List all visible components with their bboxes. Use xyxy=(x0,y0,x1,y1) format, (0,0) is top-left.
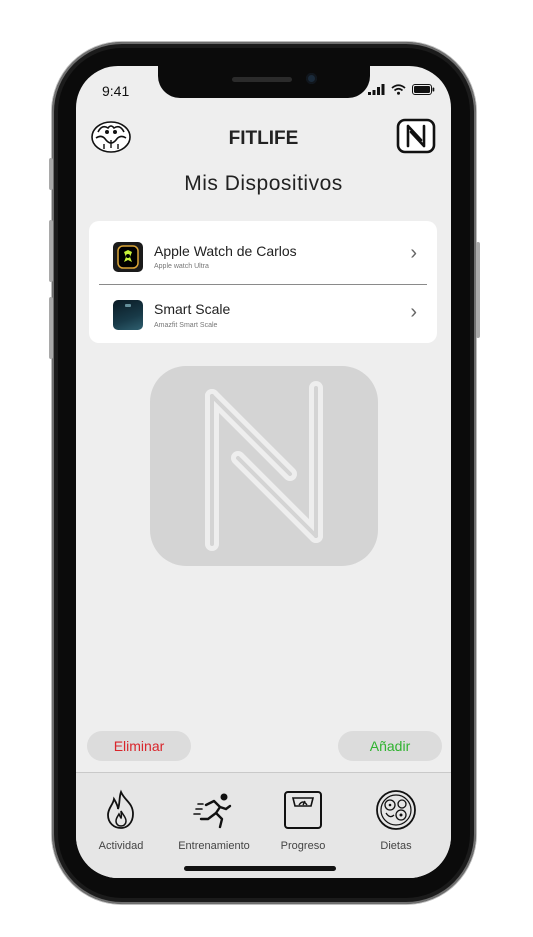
volume-up-button xyxy=(49,220,53,282)
flame-icon xyxy=(107,789,134,829)
device-model: Amazfit Smart Scale xyxy=(154,322,218,329)
device-list: Apple Watch de Carlos Apple watch Ultra … xyxy=(89,221,437,343)
food-bowl-icon xyxy=(376,790,416,830)
device-row-smart-scale[interactable]: Smart Scale Amazfit Smart Scale › xyxy=(89,285,437,343)
remove-button[interactable]: Eliminar xyxy=(87,731,191,761)
scale-icon xyxy=(284,791,322,829)
tab-label: Entrenamiento xyxy=(178,840,250,852)
tab-actividad[interactable]: Actividad xyxy=(76,789,166,852)
home-indicator[interactable] xyxy=(184,866,336,871)
tab-entrenamiento[interactable]: Entrenamiento xyxy=(169,789,259,852)
tab-bar: Actividad Entrenamiento Progreso Dietas xyxy=(76,772,451,878)
notch xyxy=(158,66,370,98)
power-button xyxy=(476,242,480,338)
apple-watch-thumbnail xyxy=(113,242,143,272)
scale-display-icon xyxy=(125,304,131,307)
signal-icon xyxy=(368,84,385,95)
wifi-icon xyxy=(391,84,406,95)
silent-switch xyxy=(49,158,53,190)
nfc-large-icon xyxy=(150,366,378,566)
chevron-right-icon: › xyxy=(410,242,417,264)
status-icons xyxy=(368,84,435,95)
nfc-button[interactable] xyxy=(396,118,436,159)
chevron-right-icon: › xyxy=(410,301,417,323)
tab-progreso[interactable]: Progreso xyxy=(258,789,348,852)
tab-label: Dietas xyxy=(380,840,412,852)
screen: 9:41 FITLIFE Mis Dispositivos Apple Watc… xyxy=(76,66,451,878)
running-icon xyxy=(193,793,232,829)
front-camera xyxy=(306,73,317,84)
device-model: Apple watch Ultra xyxy=(154,263,209,270)
watch-face-icon xyxy=(117,245,139,269)
tab-label: Actividad xyxy=(98,840,144,852)
smart-scale-thumbnail xyxy=(113,300,143,330)
device-row-apple-watch[interactable]: Apple Watch de Carlos Apple watch Ultra … xyxy=(89,226,437,284)
battery-icon xyxy=(412,84,435,95)
add-button[interactable]: Añadir xyxy=(338,731,442,761)
page-title: Mis Dispositivos xyxy=(184,172,343,195)
app-name: FITLIFE xyxy=(228,128,299,149)
device-name: Apple Watch de Carlos xyxy=(154,243,297,259)
status-time: 9:41 xyxy=(102,83,130,99)
volume-down-button xyxy=(49,297,53,359)
nfc-watermark xyxy=(150,366,378,571)
speaker xyxy=(232,77,292,82)
device-name: Smart Scale xyxy=(154,301,231,317)
nfc-icon xyxy=(396,118,436,154)
tab-dietas[interactable]: Dietas xyxy=(351,789,441,852)
tab-label: Progreso xyxy=(280,840,326,852)
